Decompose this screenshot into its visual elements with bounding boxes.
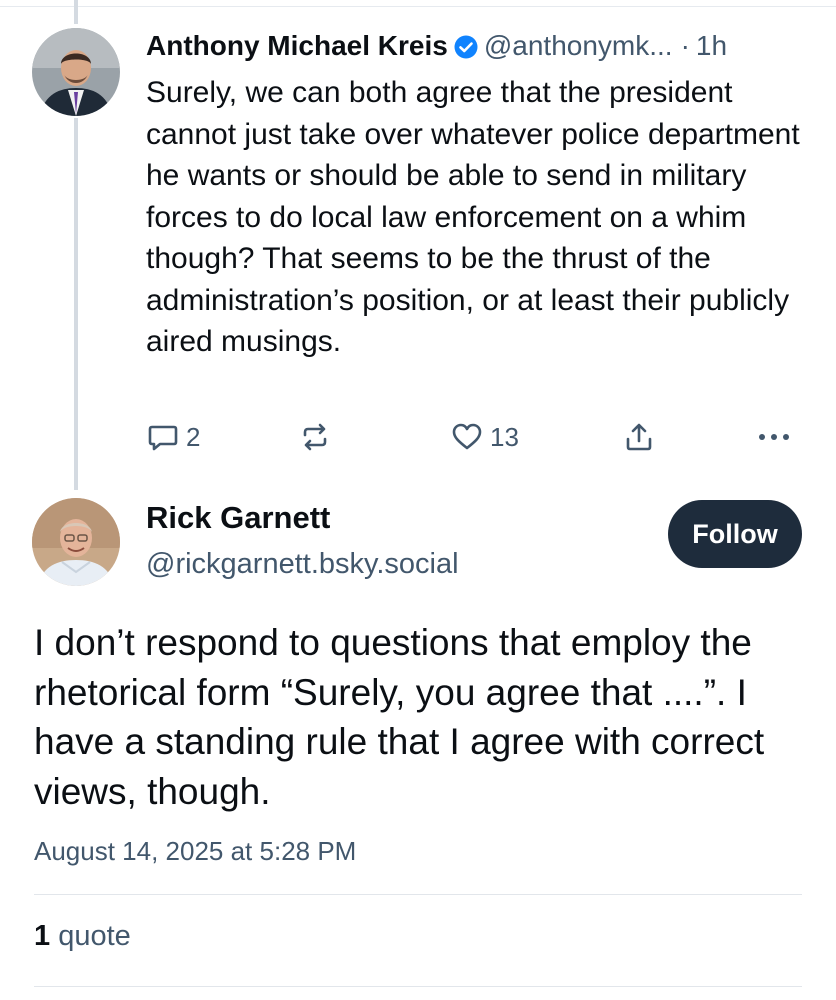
parent-author-handle[interactable]: @anthonymk...: [484, 30, 673, 62]
quote-count-link[interactable]: 1 quote: [34, 920, 131, 953]
share-icon: [622, 420, 656, 454]
thread-line: [74, 118, 78, 490]
like-button[interactable]: 13: [450, 414, 519, 460]
parent-post-actions: 2 13: [146, 414, 796, 460]
repost-button[interactable]: [298, 414, 332, 460]
thread-line-top: [74, 0, 78, 24]
share-button[interactable]: [622, 414, 656, 460]
parent-author-name[interactable]: Anthony Michael Kreis: [146, 30, 448, 62]
repost-icon: [298, 420, 332, 454]
more-icon: [756, 420, 792, 454]
parent-post-time[interactable]: 1h: [696, 30, 727, 62]
parent-post-header: Anthony Michael Kreis @anthonymk... · 1h: [146, 26, 806, 66]
post-timestamp: August 14, 2025 at 5:28 PM: [34, 836, 357, 866]
divider-bottom: [34, 986, 802, 987]
reply-author-name[interactable]: Rick Garnett: [146, 500, 330, 536]
parent-post-text: Surely, we can both agree that the presi…: [146, 76, 800, 358]
header-separator: ·: [680, 30, 690, 61]
more-options-button[interactable]: [756, 414, 792, 460]
divider: [34, 894, 802, 895]
reply-post-text: I don’t respond to questions that employ…: [34, 622, 765, 812]
top-divider: [0, 6, 836, 7]
reply-author-avatar[interactable]: [32, 498, 120, 586]
verified-check-icon: [454, 34, 478, 59]
reply-button[interactable]: 2: [146, 414, 200, 460]
reply-count: 2: [186, 421, 201, 452]
like-icon: [450, 420, 484, 454]
follow-button[interactable]: Follow: [668, 500, 802, 568]
parent-author-avatar[interactable]: [32, 28, 120, 116]
reply-icon: [146, 420, 180, 454]
reply-author-handle[interactable]: @rickgarnett.bsky.social: [146, 548, 459, 581]
quote-label: quote: [58, 920, 131, 952]
quote-count: 1: [34, 920, 51, 952]
like-count: 13: [490, 421, 519, 452]
